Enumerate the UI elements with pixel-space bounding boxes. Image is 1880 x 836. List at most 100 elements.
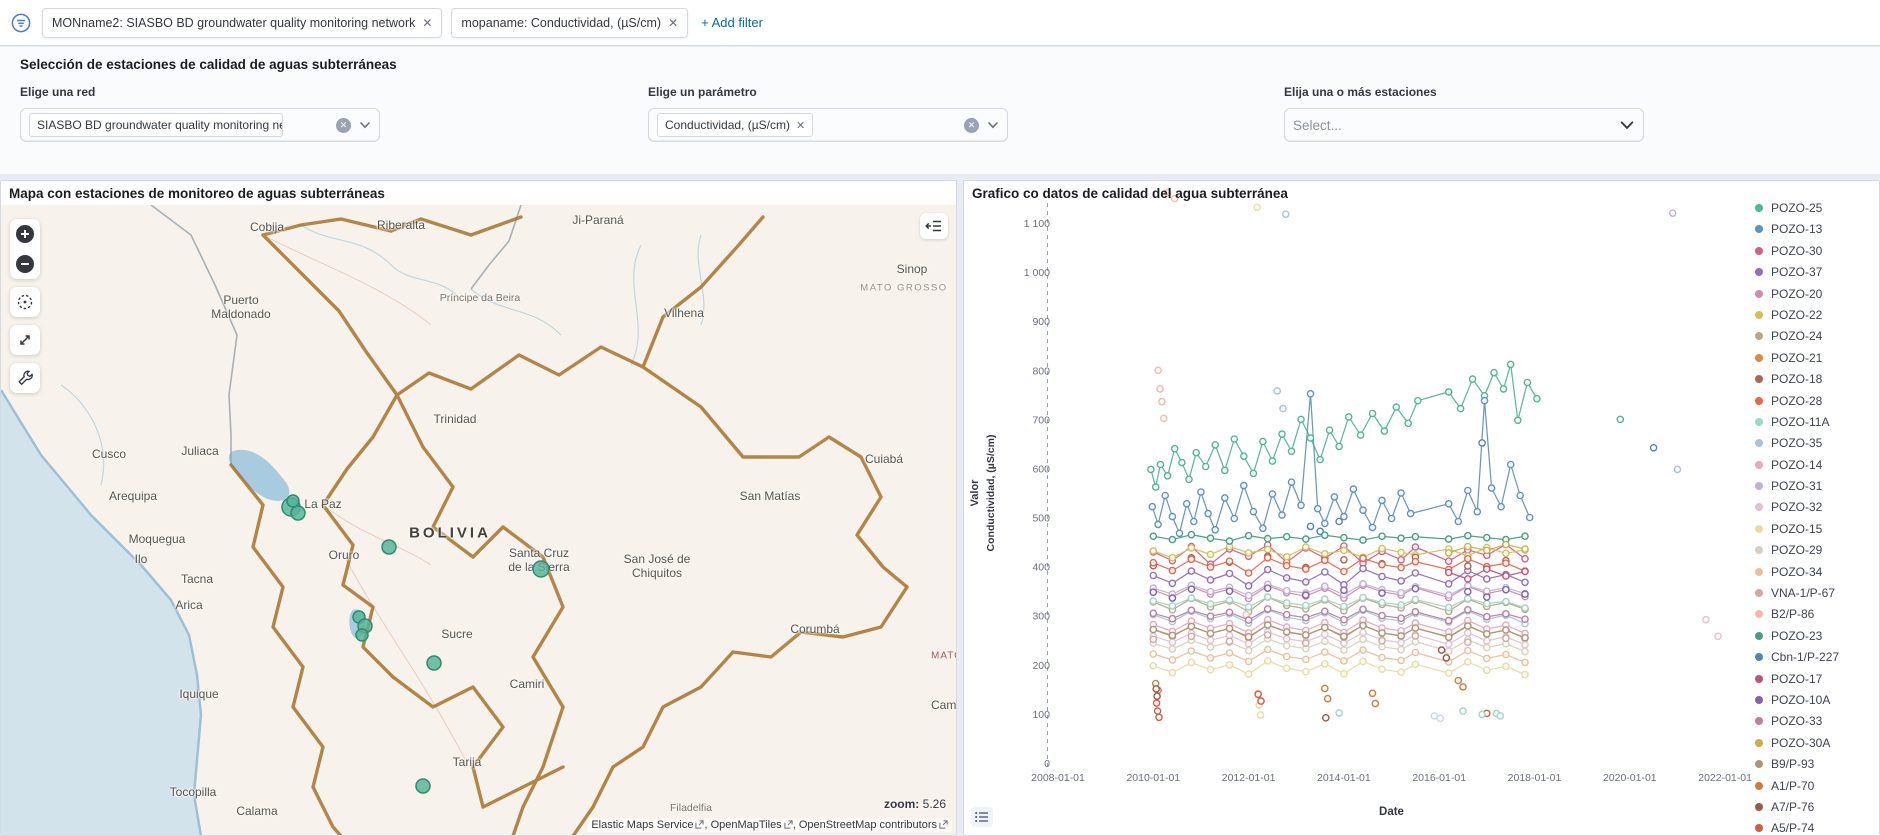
data-point (1169, 632, 1175, 638)
data-point (1222, 495, 1228, 501)
data-point (1446, 558, 1452, 564)
y-tick-label: 1 000 (1024, 267, 1050, 279)
station-marker[interactable] (287, 495, 299, 507)
filter-icon[interactable] (10, 12, 32, 34)
chevron-down-icon[interactable] (359, 119, 371, 131)
data-point (1465, 659, 1471, 665)
legend-color-dot (1755, 589, 1763, 597)
legend-item[interactable]: POZO-18 (1755, 372, 1877, 386)
data-point (1522, 642, 1528, 648)
add-filter-button[interactable]: + Add filter (701, 15, 763, 30)
timeseries-chart[interactable]: 01002003004005006007008009001 0001 10020… (964, 181, 1880, 836)
legend-item[interactable]: POZO-15 (1755, 522, 1877, 536)
data-point (1298, 416, 1304, 422)
network-combobox[interactable]: SIASBO BD groundwater quality monitoring… (20, 108, 380, 142)
filter-pill[interactable]: MONname2: SIASBO BD groundwater quality … (42, 8, 442, 38)
legend-color-dot (1755, 503, 1763, 511)
data-point (1465, 533, 1471, 539)
data-point (1150, 560, 1156, 566)
clear-network-icon[interactable]: ✕ (336, 118, 351, 133)
data-point (1207, 655, 1213, 661)
station-marker[interactable] (533, 561, 549, 577)
legend-series-label: A5/P-74 (1771, 821, 1814, 833)
station-marker[interactable] (427, 656, 441, 670)
legend-item[interactable]: POZO-30A (1755, 736, 1877, 750)
zoom-in-button[interactable] (10, 219, 40, 249)
legend-item[interactable]: POZO-14 (1755, 458, 1877, 472)
legend-item[interactable]: POZO-10A (1755, 693, 1877, 707)
data-point (1405, 420, 1411, 426)
data-point (1322, 638, 1328, 644)
filter-pill[interactable]: mopaname: Conductividad, (µS/cm)✕ (451, 8, 688, 38)
legend-item[interactable]: Cbn-1/P-227 (1755, 650, 1877, 664)
data-point (1250, 509, 1256, 515)
legend-item[interactable]: A5/P-74 (1755, 821, 1877, 833)
chevron-down-icon[interactable] (987, 119, 999, 131)
station-marker[interactable] (416, 779, 430, 793)
legend-item[interactable]: POZO-24 (1755, 329, 1877, 343)
parameter-combobox[interactable]: Conductividad, (µS/cm)✕ ✕ (648, 108, 1008, 142)
attribution-link[interactable]: OpenMapTiles (711, 819, 782, 831)
legend-item[interactable]: POZO-22 (1755, 308, 1877, 322)
legend-item[interactable]: POZO-34 (1755, 565, 1877, 579)
legend-item[interactable]: A1/P-70 (1755, 779, 1877, 793)
legend-item[interactable]: B2/P-86 (1755, 607, 1877, 621)
remove-parameter-icon[interactable]: ✕ (796, 119, 805, 132)
legend-item[interactable]: POZO-28 (1755, 394, 1877, 408)
y-tick-label: 300 (1032, 611, 1050, 623)
legend-item[interactable]: POZO-31 (1755, 479, 1877, 493)
station-marker[interactable] (382, 540, 396, 554)
attribution-link[interactable]: Elastic Maps Service (591, 819, 693, 831)
legend-item[interactable]: POZO-32 (1755, 500, 1877, 514)
data-point (1265, 567, 1271, 573)
legend-item[interactable]: POZO-35 (1755, 436, 1877, 450)
legend-item[interactable]: B9/P-93 (1755, 757, 1877, 771)
zoom-out-button[interactable] (10, 249, 40, 279)
set-view-button[interactable] (10, 287, 40, 317)
legend-item[interactable]: POZO-21 (1755, 351, 1877, 365)
map-canvas[interactable]: CobijaRiberaltaJi-ParanáSinopMATO GROSSO… (1, 205, 956, 835)
data-point (1412, 570, 1418, 576)
data-point (1341, 557, 1347, 563)
attribution-link[interactable]: OpenStreetMap contributors (799, 819, 937, 831)
data-point (1534, 396, 1540, 402)
collapse-legend-button[interactable] (920, 213, 948, 239)
legend-item[interactable]: POZO-29 (1755, 543, 1877, 557)
legend-item[interactable]: POZO-20 (1755, 287, 1877, 301)
legend-item[interactable]: POZO-11A (1755, 415, 1877, 429)
legend-item[interactable]: POZO-17 (1755, 672, 1877, 686)
fit-to-data-button[interactable] (10, 325, 40, 355)
data-point (1360, 507, 1366, 513)
legend-color-dot (1755, 397, 1763, 405)
legend-item[interactable]: A7/P-76 (1755, 800, 1877, 814)
legend-toggle-button[interactable] (971, 807, 993, 827)
legend-series-label: POZO-23 (1771, 629, 1822, 643)
data-point (1150, 626, 1156, 632)
stations-select[interactable]: Select... (1284, 108, 1644, 142)
data-point (1412, 544, 1418, 550)
network-selected-pill[interactable]: SIASBO BD groundwater quality monitoring… (29, 113, 283, 137)
legend-item[interactable]: POZO-33 (1755, 714, 1877, 728)
station-marker[interactable] (291, 506, 305, 520)
map-tools-button[interactable] (10, 363, 40, 393)
legend-item[interactable]: POZO-23 (1755, 629, 1877, 643)
chevron-down-icon[interactable] (1619, 117, 1635, 133)
remove-filter-icon[interactable]: ✕ (422, 16, 432, 30)
legend-item[interactable]: POZO-13 (1755, 222, 1877, 236)
data-point (1150, 610, 1156, 616)
data-point (1484, 535, 1490, 541)
remove-filter-icon[interactable]: ✕ (668, 16, 678, 30)
data-point (1260, 525, 1266, 531)
parameter-selected-pill[interactable]: Conductividad, (µS/cm)✕ (657, 113, 813, 137)
station-marker[interactable] (356, 629, 368, 641)
legend-item[interactable]: POZO-37 (1755, 265, 1877, 279)
y-tick-label: 900 (1032, 316, 1050, 328)
legend-item[interactable]: POZO-25 (1755, 201, 1877, 215)
station-marker-layer[interactable] (1, 205, 956, 835)
legend-item[interactable]: VNA-1/P-67 (1755, 586, 1877, 600)
data-point (1188, 595, 1194, 601)
clear-parameter-icon[interactable]: ✕ (964, 118, 979, 133)
data-point (1379, 533, 1385, 539)
legend-color-dot (1755, 782, 1763, 790)
legend-item[interactable]: POZO-30 (1755, 244, 1877, 258)
